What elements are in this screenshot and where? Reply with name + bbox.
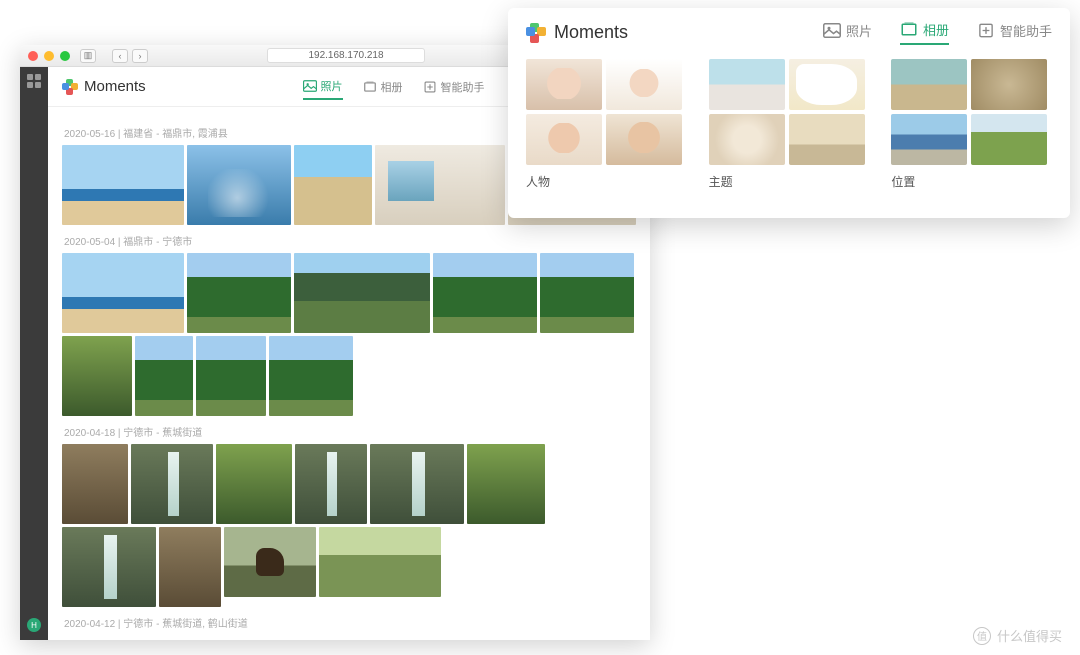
photo-thumb[interactable] [269,336,353,416]
photo-thumb[interactable] [294,253,430,333]
thumb [606,114,682,165]
tab-assistant[interactable]: 智能助手 [977,20,1052,45]
photo-thumb[interactable] [294,145,372,225]
albums-panel: Moments 照片 相册 智能助手 人物 [508,8,1070,218]
window-close-dot[interactable] [28,51,38,61]
app-brand: Moments [62,78,146,95]
thumb [789,114,865,165]
thumb [971,114,1047,165]
thumb [709,59,785,110]
photo-thumb[interactable] [467,444,545,524]
photo-thumb[interactable] [62,444,128,524]
back-button[interactable]: ‹ [112,49,128,63]
album-group-people[interactable]: 人物 [526,59,687,190]
tab-photos[interactable]: 照片 [303,74,343,100]
photo-thumb[interactable] [295,444,367,524]
photo-thumb[interactable] [62,253,184,333]
group-label: 主题 [709,173,870,190]
watermark: 值 什么值得买 [973,626,1062,645]
thumb [526,114,602,165]
thumb [709,114,785,165]
tab-albums[interactable]: 相册 [900,20,949,45]
section-date: 2020-04-18 | 宁德市 - 蕉城街道 [64,424,636,439]
photo-thumb[interactable] [159,527,221,607]
window-min-dot[interactable] [44,51,54,61]
photo-thumb[interactable] [433,253,537,333]
moments-logo-icon [62,79,78,95]
section-date: 2020-05-04 | 福鼎市 - 宁德市 [64,233,636,248]
thumb [789,59,865,110]
thumb [526,59,602,110]
forward-button[interactable]: › [132,49,148,63]
watermark-icon: 值 [973,627,991,645]
photo-thumb[interactable] [62,336,132,416]
side-rail: H [20,67,48,640]
photo-thumb[interactable] [187,253,291,333]
apps-grid-icon[interactable] [27,74,41,88]
photo-icon [303,80,317,92]
assistant-icon [977,23,995,38]
assistant-icon [423,81,437,93]
thumb [606,59,682,110]
album-group-subject[interactable]: 主题 [709,59,870,190]
tab-photos[interactable]: 照片 [823,20,872,45]
tab-assistant[interactable]: 智能助手 [423,74,485,100]
photo-row [62,444,636,607]
window-max-dot[interactable] [60,51,70,61]
app-brand: Moments [526,22,628,43]
group-label: 人物 [526,173,687,190]
app-title: Moments [84,78,146,95]
photo-thumb[interactable] [131,444,213,524]
photo-thumb[interactable] [187,145,291,225]
photo-thumb[interactable] [319,527,441,597]
thumb [891,114,967,165]
tab-albums[interactable]: 相册 [363,74,403,100]
group-label: 位置 [891,173,1052,190]
photo-thumb[interactable] [135,336,193,416]
album-icon [900,22,918,37]
photo-thumb[interactable] [62,527,156,607]
thumb [971,59,1047,110]
moments-logo-icon [526,23,546,43]
address-bar[interactable]: 192.168.170.218 [267,48,424,63]
photo-icon [823,23,841,38]
sidebar-toggle-icon[interactable]: ▥ [80,49,96,63]
avatar[interactable]: H [27,618,41,632]
photo-thumb[interactable] [62,145,184,225]
album-icon [363,81,377,93]
photo-thumb[interactable] [540,253,634,333]
photo-thumb[interactable] [375,145,505,225]
photo-thumb[interactable] [196,336,266,416]
photo-thumb[interactable] [216,444,292,524]
photo-thumb[interactable] [224,527,316,597]
thumb [891,59,967,110]
section-date: 2020-04-12 | 宁德市 - 蕉城街道, 鹤山街道 [64,615,636,630]
photo-thumb[interactable] [370,444,464,524]
photo-row [62,253,636,416]
album-group-location[interactable]: 位置 [891,59,1052,190]
